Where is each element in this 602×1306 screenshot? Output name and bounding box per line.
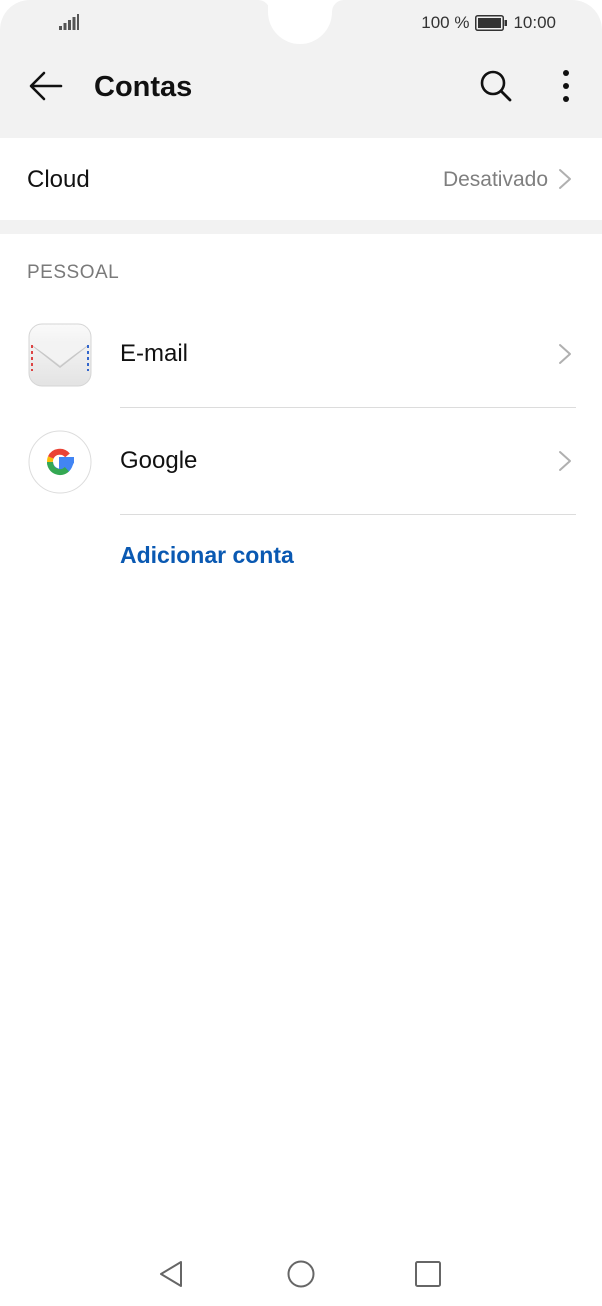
clock: 10:00 [513,13,556,32]
section-separator [0,220,602,234]
cloud-label: Cloud [27,166,90,193]
chevron-right-icon [559,169,571,189]
more-options-button[interactable] [542,62,590,110]
nav-recents-button[interactable] [408,1254,448,1294]
battery-icon [475,15,508,31]
nav-back-icon [160,1261,182,1287]
account-label: Google [120,447,198,474]
more-vert-icon [563,70,569,102]
list-divider [120,514,576,515]
nav-back-button[interactable] [151,1254,191,1294]
email-envelope-icon [28,323,92,387]
chevron-right-icon [559,451,571,471]
account-row-email[interactable]: E-mail [0,301,602,407]
battery-percent: 100 % [421,13,470,32]
nav-home-icon [287,1260,315,1288]
back-arrow-icon [29,71,63,101]
app-bar: Contas [0,50,602,124]
google-icon [28,430,92,494]
account-label: E-mail [120,340,189,367]
cloud-status-value: Desativado [442,168,548,191]
status-bar: 100 % 10:00 [0,0,602,46]
system-nav-bar [0,1238,602,1306]
search-button[interactable] [472,62,520,110]
cloud-row[interactable]: Cloud Desativado [0,138,602,220]
page-title: Contas [94,71,193,103]
signal-icon [59,14,79,30]
search-icon [480,70,512,102]
chevron-right-icon [559,344,571,364]
nav-recents-icon [415,1261,441,1287]
account-row-google[interactable]: Google [0,408,602,514]
back-button[interactable] [22,62,70,110]
status-right-group: 100 % 10:00 [421,10,556,36]
nav-home-button[interactable] [281,1254,321,1294]
section-header-personal: PESSOAL [27,262,120,283]
add-account-button[interactable]: Adicionar conta [120,540,294,570]
